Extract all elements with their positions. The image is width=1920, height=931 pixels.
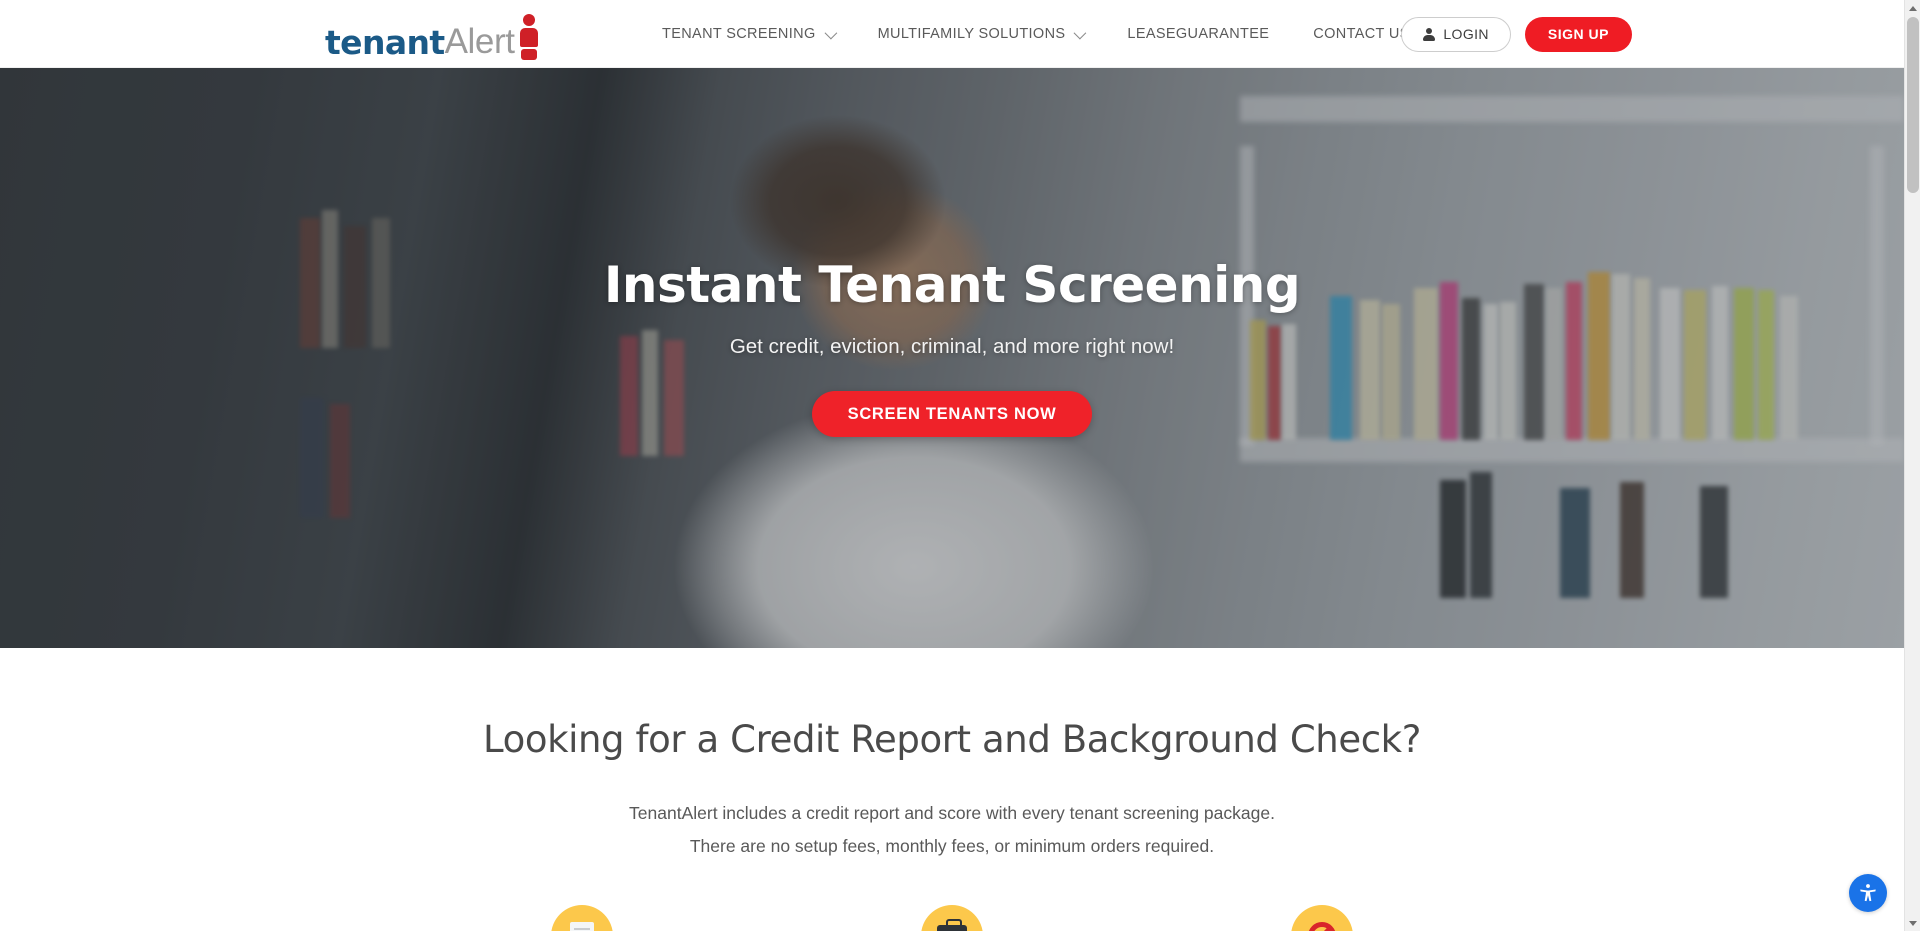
nav-label: LEASEGUARANTEE [1127,26,1270,42]
signup-button[interactable]: SIGN UP [1524,16,1632,52]
scrollbar-thumb[interactable] [1907,17,1919,193]
no-entry-icon [1308,922,1336,931]
chevron-down-icon [824,26,837,39]
hero-cta-label: SCREEN TENANTS NOW [847,404,1057,423]
accessibility-person-icon [1860,884,1876,902]
login-button[interactable]: LOGIN [1401,16,1511,52]
site-header: tenant Alert TENANT SCREENING MULTIFAMIL… [0,0,1904,68]
nav-item-leaseguarantee[interactable]: LEASEGUARANTEE [1105,0,1291,68]
accessibility-widget-button[interactable] [1849,874,1887,912]
site-logo[interactable]: tenant Alert [325,11,540,62]
signup-button-label: SIGN UP [1547,26,1609,42]
logo-text-primary: tenant [325,23,445,62]
page-root: tenant Alert TENANT SCREENING MULTIFAMIL… [0,0,1920,931]
page-scrollbar[interactable] [1904,0,1920,931]
info-line-2: There are no setup fees, monthly fees, o… [689,836,1215,856]
hero-banner: Instant Tenant Screening Get credit, evi… [0,68,1904,648]
hero-subtitle: Get credit, eviction, criminal, and more… [729,335,1175,358]
info-body: TenantAlert includes a credit report and… [0,797,1904,863]
info-heading: Looking for a Credit Report and Backgrou… [483,718,1421,761]
chevron-down-icon [1073,26,1087,39]
hero-content: Instant Tenant Screening Get credit, evi… [0,68,1904,648]
triangle-down-icon [1909,920,1917,926]
hero-title: Instant Tenant Screening [603,256,1301,314]
logo-person-icon [518,14,540,60]
feature-credit-report[interactable] [551,905,613,931]
user-icon [1423,27,1436,41]
triangle-up-icon [1909,5,1917,11]
briefcase-icon [937,918,967,931]
nav-label: TENANT SCREENING [662,26,816,42]
nav-label: MULTIFAMILY SOLUTIONS [877,26,1066,42]
info-section: Looking for a Credit Report and Backgrou… [0,648,1904,931]
feature-background-check[interactable] [921,905,983,931]
scrollbar-down-arrow[interactable] [1905,915,1920,931]
nav-item-multifamily-solutions[interactable]: MULTIFAMILY SOLUTIONS [856,0,1106,68]
feature-eviction-records[interactable] [1291,905,1353,931]
header-actions: LOGIN SIGN UP [1401,0,1632,68]
info-line-1: TenantAlert includes a credit report and… [629,803,1275,823]
scrollbar-up-arrow[interactable] [1905,0,1920,16]
nav-label: CONTACT US [1313,26,1410,42]
document-icon [570,922,594,931]
screen-tenants-now-button[interactable]: SCREEN TENANTS NOW [811,391,1093,437]
feature-icon-row [0,905,1904,931]
login-button-label: LOGIN [1443,26,1489,42]
primary-navigation: TENANT SCREENING MULTIFAMILY SOLUTIONS L… [640,0,1432,68]
logo-text-secondary: Alert [444,22,515,61]
nav-item-tenant-screening[interactable]: TENANT SCREENING [640,0,856,68]
